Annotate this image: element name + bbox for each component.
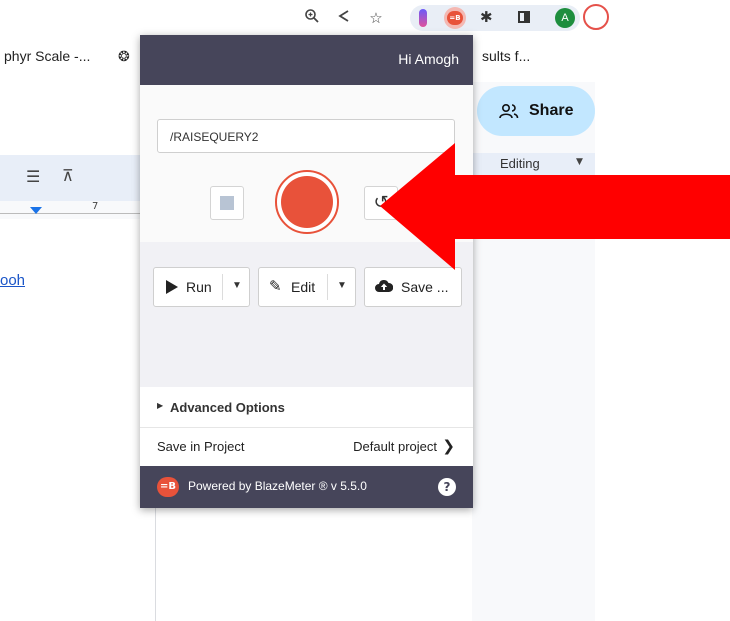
share-label: Share [529,102,574,119]
profile-ring[interactable] [583,4,609,30]
save-in-project-row[interactable]: Save in Project Default project ❯ [140,428,473,466]
puzzle-icon[interactable]: ✱ [480,8,493,26]
greeting: Hi Amogh [398,51,459,67]
extension-icon[interactable] [419,9,427,27]
pencil-icon: ✎ [269,278,282,295]
advanced-options-toggle[interactable]: ▶ Advanced Options [140,387,473,428]
record-icon [281,176,333,228]
blazemeter-extension-icon[interactable]: =B [444,7,466,29]
divider [327,274,328,300]
blazemeter-logo: =B [157,477,179,497]
share-button[interactable]: Share [477,86,595,136]
chevron-down-icon[interactable]: ▼ [337,280,347,291]
record-button[interactable] [275,170,339,234]
indent-marker-icon[interactable] [30,207,42,215]
chevron-right-icon: ❯ [442,437,455,455]
indent-icon[interactable]: ☰ [26,167,40,186]
run-button[interactable]: Run ▼ [153,267,250,307]
cloud-upload-icon [375,279,393,292]
browser-toolbar: ☆ =B ✱ A [0,0,730,36]
play-icon [166,280,178,294]
powered-by-text: Powered by BlazeMeter ® v 5.5.0 [188,479,367,493]
clear-format-icon[interactable]: ⊼ [62,166,74,185]
star-icon[interactable]: ☆ [366,8,386,28]
share-icon[interactable] [334,8,354,28]
bookmark-item[interactable]: sults f... [482,48,530,64]
avatar[interactable]: A [555,8,575,28]
bookmark-item[interactable]: phyr Scale -... [4,48,90,64]
project-value: Default project [353,439,437,454]
doc-ruler: 7 [0,201,140,219]
bookmark-favicon-icon: ❂ [118,49,130,65]
advanced-options-label: Advanced Options [170,400,285,415]
edit-label: Edit [291,279,316,295]
save-in-project-label: Save in Project [157,439,245,454]
annotation-arrow-icon [380,143,730,270]
edit-button[interactable]: ✎ Edit ▼ [258,267,356,307]
save-label: Save ... [401,279,449,295]
people-icon [499,103,519,119]
popup-header: Hi Amogh [140,35,473,85]
divider [222,274,223,300]
chevron-down-icon[interactable]: ▼ [232,280,242,291]
caret-right-icon: ▶ [157,401,164,410]
sidepanel-icon[interactable] [518,11,530,23]
doc-link[interactable]: ooh [0,272,25,289]
blazemeter-popup: Hi Amogh /RAISEQUERY2 ↺ Run ▼ ✎ Edit ▼ S… [140,35,473,508]
stop-icon [220,196,234,210]
doc-toolbar: ☰ ⊼ [0,155,140,201]
run-label: Run [186,279,212,295]
ruler-number: 7 [92,201,99,212]
save-button[interactable]: Save ... [364,267,462,307]
zoom-icon[interactable] [302,8,322,28]
help-icon[interactable]: ? [438,478,456,496]
popup-footer: =B Powered by BlazeMeter ® v 5.5.0 ? [140,466,473,508]
stop-button[interactable] [210,186,244,220]
